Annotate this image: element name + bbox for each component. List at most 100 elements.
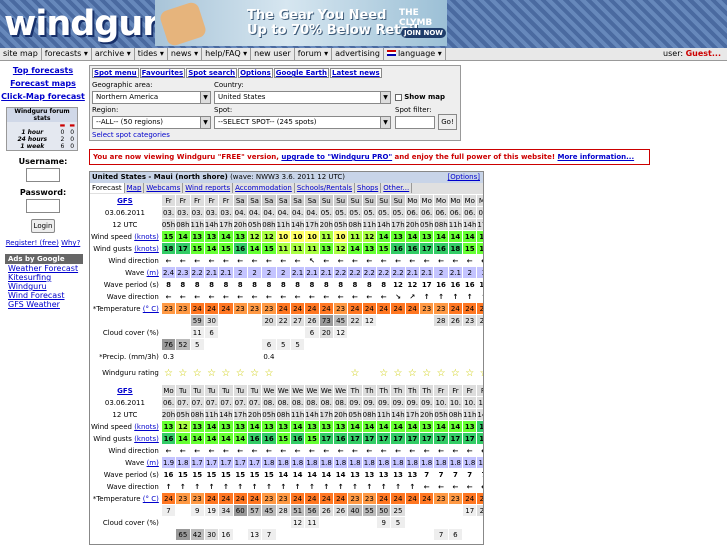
cloud-cell (348, 327, 362, 338)
cloud-cell (362, 529, 376, 540)
unit-link[interactable]: (m) (147, 459, 159, 467)
top-forecasts-link[interactable]: Top forecasts (0, 66, 86, 75)
forecast-cell: 05h (420, 219, 434, 230)
menu-language[interactable]: language ▾ (384, 48, 446, 60)
wave-arrow-icon: ↑ (251, 482, 258, 491)
menu-site-map[interactable]: site map (0, 48, 42, 60)
unit-link[interactable]: (m) (147, 269, 159, 277)
unit-link[interactable]: (° C) (143, 305, 159, 313)
click-map-link[interactable]: Click-Map forecast (0, 92, 86, 101)
ad-link[interactable]: Kitesurfing (8, 273, 86, 282)
login-button[interactable]: Login (31, 219, 55, 233)
why-link[interactable]: Why? (61, 239, 80, 247)
region-select[interactable]: --ALL-- (50 regions) ▼ (92, 116, 211, 129)
tab-shops[interactable]: Shops (355, 183, 382, 193)
temperature-cell: 23 (190, 493, 204, 504)
forecast-cell: Fr (219, 195, 233, 206)
knots-link[interactable]: (knots) (134, 423, 159, 431)
wind-arrow-icon: ← (380, 256, 387, 265)
cloud-cell (405, 529, 420, 540)
show-map-checkbox[interactable] (395, 93, 402, 101)
banner-ad[interactable]: The Gear You Need Up to 70% Below Retail… (155, 0, 447, 46)
country-select[interactable]: United States ▼ (214, 91, 391, 104)
forecast-title-bar: United States - Maui (north shore) (wave… (90, 172, 483, 183)
wind-gusts-cell: 15 (190, 243, 204, 254)
options-link[interactable]: [Options] (448, 172, 480, 183)
forecast-cell: Sa (262, 195, 276, 206)
area-select[interactable]: Northern America ▼ (92, 91, 211, 104)
wave-arrow-icon: ← (194, 292, 201, 301)
cloud-cell: 23 (463, 315, 477, 326)
forecast-cell: Sa (276, 195, 290, 206)
forecast-cell: 07. (233, 397, 247, 408)
ad-link[interactable]: Weather Forecast (8, 264, 86, 273)
cloud-cell: 6 (204, 327, 219, 338)
forecast-cell: Th (377, 385, 391, 396)
forecast-maps-link[interactable]: Forecast maps (0, 79, 86, 88)
forecast-cell: 08. (319, 397, 333, 408)
temperature-cell: 23 (448, 493, 463, 504)
wave-cell: 1.7 (219, 457, 233, 468)
forecast-cell: Su (391, 195, 405, 206)
forecast-cell: 07. (204, 397, 219, 408)
wind-gusts-cell: 16 (262, 433, 276, 444)
forecast-cell: We (333, 385, 348, 396)
wave-period-cell: 15 (192, 470, 203, 479)
knots-link[interactable]: (knots) (134, 245, 159, 253)
tab-wind-reports[interactable]: Wind reports (183, 183, 234, 193)
menu-archive[interactable]: archive ▾ (92, 48, 135, 60)
tab-options[interactable]: Options (238, 68, 273, 78)
row-label: Wind direction (108, 446, 159, 455)
cloud-cell: 76 (161, 339, 176, 350)
password-field[interactable] (26, 199, 60, 213)
tab-map[interactable]: Map (125, 183, 145, 193)
menu-news[interactable]: news ▾ (168, 48, 203, 60)
ads-label[interactable]: Ads by Google (5, 254, 83, 264)
tab-spot-menu[interactable]: Spot menu (92, 68, 139, 78)
wave-cell: 1.8 (377, 457, 391, 468)
tab-other[interactable]: Other... (381, 183, 413, 193)
go-button[interactable]: Go! (438, 114, 457, 130)
tab-schools[interactable]: Schools/Rentals (295, 183, 356, 193)
register-link[interactable]: Register! (free) (6, 239, 59, 247)
spot-select[interactable]: --SELECT SPOT-- (245 spots) ▼ (214, 116, 391, 129)
temperature-cell: 24 (405, 493, 420, 504)
cloud-cell: 9 (190, 505, 204, 516)
knots-link[interactable]: (knots) (134, 435, 159, 443)
menu-advertising[interactable]: advertising (332, 48, 384, 60)
ad-link[interactable]: Windguru (8, 282, 86, 291)
wave-arrow-icon: ← (222, 292, 229, 301)
chevron-down-icon: ▼ (380, 92, 390, 103)
model-link[interactable]: GFS (117, 387, 133, 395)
tab-google-earth[interactable]: Google Earth (273, 68, 330, 78)
wind-gusts-cell: 13 (319, 243, 333, 254)
model-link[interactable]: GFS (117, 197, 133, 205)
knots-link[interactable]: (knots) (134, 233, 159, 241)
username-field[interactable] (26, 168, 60, 182)
menu-help[interactable]: help/FAQ ▾ (202, 48, 252, 60)
upgrade-link[interactable]: upgrade to "Windguru PRO" (281, 153, 392, 161)
more-info-link[interactable]: More information... (557, 153, 634, 161)
categories-link[interactable]: Select spot categories (92, 131, 170, 139)
ad-link[interactable]: Wind Forecast (8, 291, 86, 300)
wind-speed-cell: 10 (276, 231, 290, 242)
spot-filter-input[interactable] (395, 116, 435, 129)
wave-cell: 2.3 (176, 267, 190, 278)
wind-arrow-icon: ← (395, 446, 401, 455)
ad-link[interactable]: GFS Weather (8, 300, 86, 309)
ad-join-button[interactable]: JOIN NOW (401, 28, 446, 38)
tab-latest-news[interactable]: Latest news (330, 68, 382, 78)
tab-webcams[interactable]: Webcams (144, 183, 184, 193)
wind-speed-cell: 14 (405, 421, 420, 432)
menu-tides[interactable]: tides ▾ (135, 48, 168, 60)
unit-link[interactable]: (° C) (143, 495, 159, 503)
tab-forecast[interactable]: Forecast (90, 183, 125, 193)
tab-accommodation[interactable]: Accommodation (233, 183, 295, 193)
tab-favourites[interactable]: Favourites (139, 68, 186, 78)
menu-forecasts[interactable]: forecasts ▾ (42, 48, 92, 60)
menu-forum[interactable]: forum ▾ (295, 48, 333, 60)
cloud-cell (463, 517, 477, 528)
menu-new-user[interactable]: new user (251, 48, 295, 60)
tab-spot-search[interactable]: Spot search (186, 68, 238, 78)
guest-link[interactable]: Guest... (686, 49, 721, 58)
